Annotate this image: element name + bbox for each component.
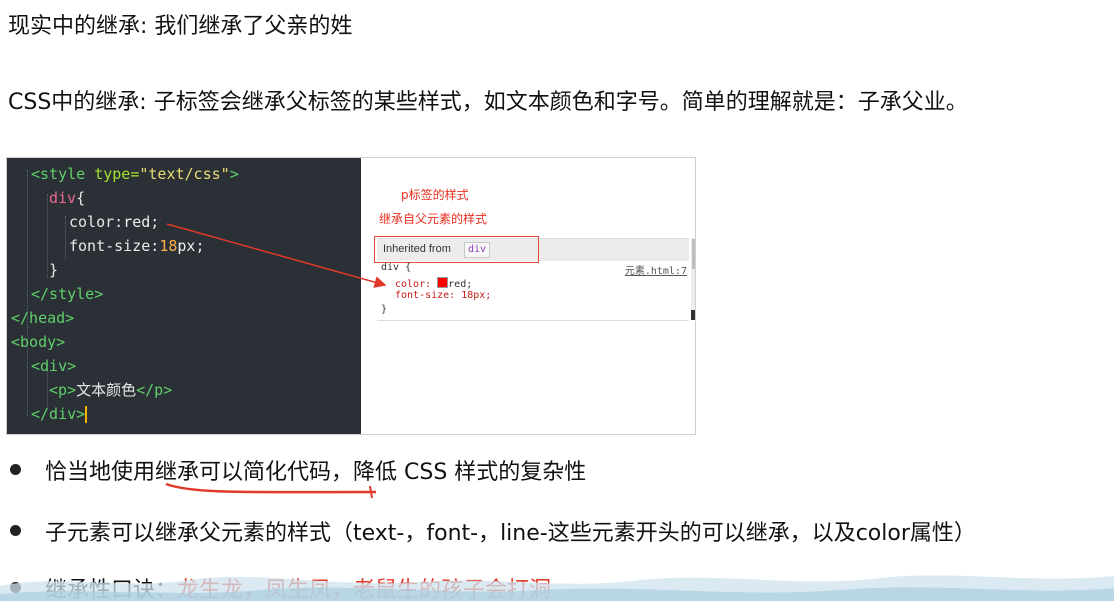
code-and-devtools-figure: <style type="text/css"> div{ color:red; … xyxy=(6,157,696,435)
intro-css-inheritance: CSS中的继承: 子标签会继承父标签的某些样式，如文本颜色和字号。简单的理解就是… xyxy=(8,90,968,115)
annotation-arrow xyxy=(166,223,387,288)
bullet-dot xyxy=(10,464,21,475)
bullet-text-inheritable-props: 子元素可以继承父元素的样式（text-，font-，line-这些元素开头的可以… xyxy=(45,521,976,546)
decorative-mountain-banner xyxy=(0,575,1114,601)
intro-real-life: 现实中的继承: 我们继承了父亲的姓 xyxy=(8,14,353,39)
bullet-dot xyxy=(10,525,21,536)
handdrawn-underline xyxy=(165,482,377,499)
